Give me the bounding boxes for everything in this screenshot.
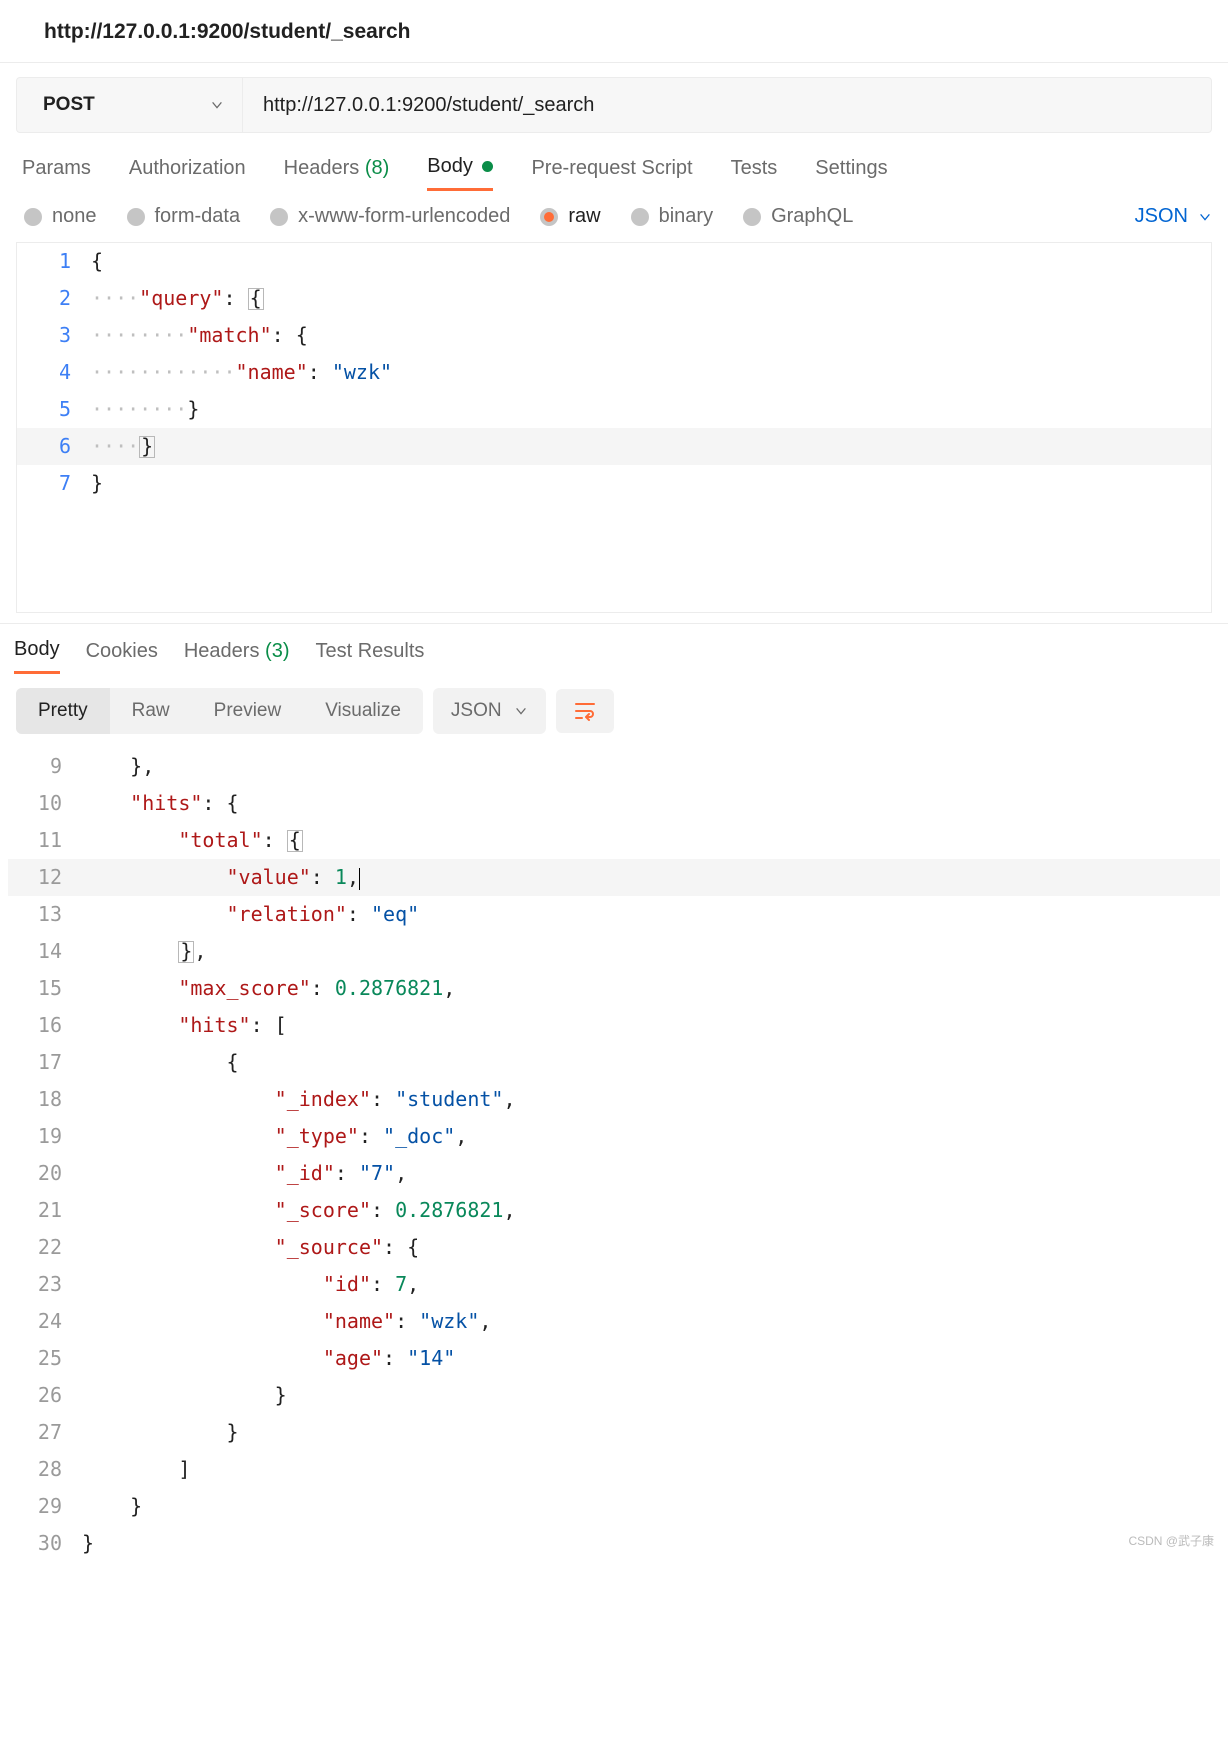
line-number: 4: [17, 354, 91, 391]
radio-icon: [24, 208, 42, 226]
view-pretty[interactable]: Pretty: [16, 688, 110, 734]
line-number: 3: [17, 317, 91, 354]
body-graphql[interactable]: GraphQL: [743, 205, 853, 228]
response-body-viewer[interactable]: 9 }, 10 "hits": { 11 "total": { 12 "valu…: [8, 748, 1220, 1562]
chevron-down-icon: [1198, 210, 1212, 224]
resp-tab-body[interactable]: Body: [14, 638, 60, 674]
body-raw[interactable]: raw: [540, 205, 600, 228]
resp-headers-count: (3): [265, 640, 289, 662]
watermark: CSDN @武子康: [1128, 1523, 1214, 1560]
line-number: 26: [8, 1377, 82, 1414]
line-number: 18: [8, 1081, 82, 1118]
chevron-down-icon: [514, 704, 528, 718]
url-input[interactable]: http://127.0.0.1:9200/student/_search: [243, 78, 1211, 132]
tab-params[interactable]: Params: [22, 157, 91, 190]
radio-icon: [270, 208, 288, 226]
request-tabs: Params Authorization Headers (8) Body Pr…: [0, 133, 1228, 191]
resp-tab-headers[interactable]: Headers (3): [184, 640, 290, 673]
radio-icon: [631, 208, 649, 226]
line-number: 9: [8, 748, 82, 785]
line-number: 2: [17, 280, 91, 317]
view-visualize[interactable]: Visualize: [303, 688, 423, 734]
tab-body[interactable]: Body: [427, 155, 493, 191]
raw-language-dropdown[interactable]: JSON: [1135, 205, 1212, 228]
tab-authorization[interactable]: Authorization: [129, 157, 246, 190]
resp-tab-testresults[interactable]: Test Results: [315, 640, 424, 673]
radio-icon-selected: [540, 208, 558, 226]
line-number: 27: [8, 1414, 82, 1451]
line-number: 25: [8, 1340, 82, 1377]
line-number: 15: [8, 970, 82, 1007]
line-number: 16: [8, 1007, 82, 1044]
text-cursor: [359, 868, 360, 890]
line-number: 29: [8, 1488, 82, 1525]
line-number: 1: [17, 243, 91, 280]
line-number: 24: [8, 1303, 82, 1340]
line-number: 17: [8, 1044, 82, 1081]
line-number: 19: [8, 1118, 82, 1155]
resp-tab-cookies[interactable]: Cookies: [86, 640, 158, 673]
line-number: 12: [8, 859, 82, 896]
line-number: 6: [17, 428, 91, 465]
http-method-dropdown[interactable]: POST: [17, 78, 243, 132]
view-preview[interactable]: Preview: [192, 688, 304, 734]
tab-prerequest[interactable]: Pre-request Script: [531, 157, 692, 190]
line-number: 7: [17, 465, 91, 502]
line-number: 11: [8, 822, 82, 859]
tab-settings[interactable]: Settings: [815, 157, 887, 190]
tab-tests[interactable]: Tests: [731, 157, 778, 190]
body-xwww[interactable]: x-www-form-urlencoded: [270, 205, 510, 228]
radio-icon: [743, 208, 761, 226]
body-modified-dot: [482, 161, 493, 172]
response-view-bar: Pretty Raw Preview Visualize JSON: [0, 674, 1228, 748]
response-format-dropdown[interactable]: JSON: [433, 688, 546, 734]
chevron-down-icon: [210, 98, 224, 112]
view-raw[interactable]: Raw: [110, 688, 192, 734]
line-number: 22: [8, 1229, 82, 1266]
line-number: 21: [8, 1192, 82, 1229]
tab-headers[interactable]: Headers (8): [284, 157, 390, 190]
divider: [0, 62, 1228, 63]
line-number: 23: [8, 1266, 82, 1303]
line-number: 28: [8, 1451, 82, 1488]
wrap-icon: [574, 701, 596, 721]
request-body-editor[interactable]: 1{ 2····"query": { 3········"match": { 4…: [16, 242, 1212, 613]
request-title: http://127.0.0.1:9200/student/_search: [0, 0, 1228, 62]
view-mode-segment: Pretty Raw Preview Visualize: [16, 688, 423, 734]
body-type-row: none form-data x-www-form-urlencoded raw…: [0, 191, 1228, 242]
wrap-lines-button[interactable]: [556, 689, 614, 733]
body-none[interactable]: none: [24, 205, 97, 228]
body-binary[interactable]: binary: [631, 205, 713, 228]
request-bar: POST http://127.0.0.1:9200/student/_sear…: [16, 77, 1212, 133]
radio-icon: [127, 208, 145, 226]
line-number: 13: [8, 896, 82, 933]
http-method-label: POST: [43, 94, 95, 116]
line-number: 10: [8, 785, 82, 822]
line-number: 5: [17, 391, 91, 428]
body-formdata[interactable]: form-data: [127, 205, 241, 228]
line-number: 30: [8, 1525, 82, 1562]
line-number: 20: [8, 1155, 82, 1192]
response-tabs: Body Cookies Headers (3) Test Results: [0, 623, 1228, 674]
headers-count: (8): [365, 157, 389, 179]
line-number: 14: [8, 933, 82, 970]
